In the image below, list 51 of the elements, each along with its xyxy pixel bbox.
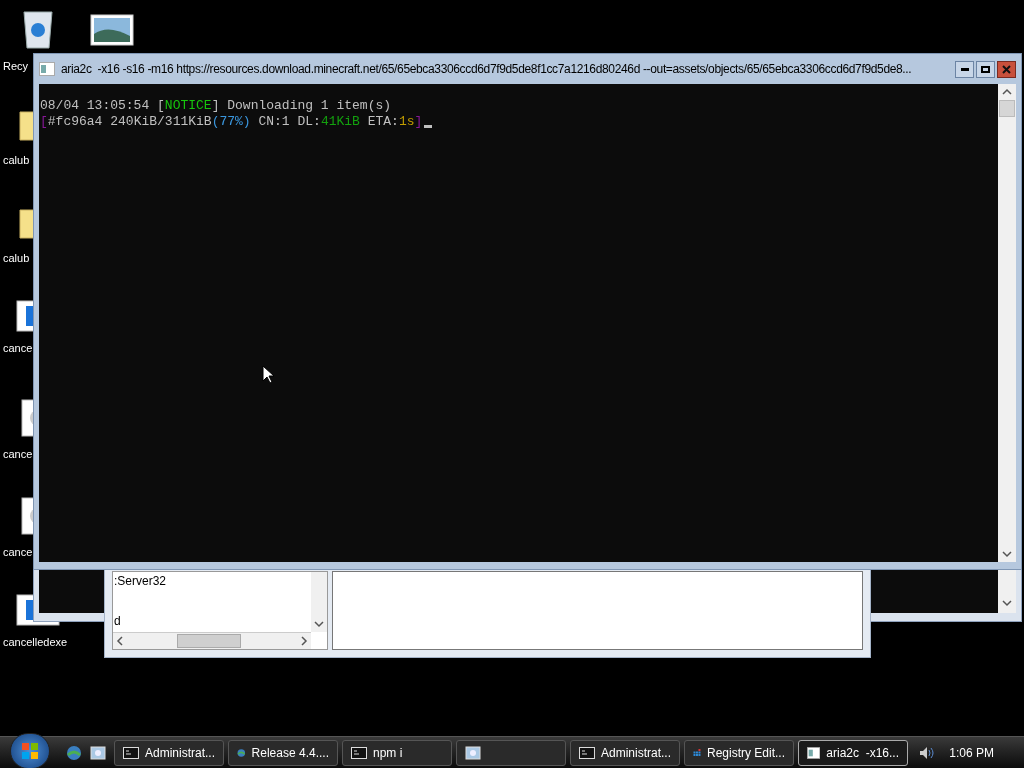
maximize-button[interactable] [976, 60, 995, 78]
tree-item[interactable]: :Server32 [114, 572, 311, 590]
console-text: 08/04 13:05:54 [ [40, 98, 165, 114]
console-text: #fc96a4 240KiB/311KiB [47, 114, 212, 130]
icon-label[interactable]: calub [0, 152, 30, 169]
scrollbar-thumb[interactable] [999, 100, 1015, 117]
picture-icon [90, 745, 106, 760]
windows-logo-icon [21, 741, 39, 760]
console-text: ] Downloading 1 item(s) [211, 98, 392, 114]
console-text: ] [414, 114, 423, 130]
close-icon [1002, 64, 1011, 74]
console-text: NOTICE [164, 98, 212, 114]
console-text: (77%) [211, 114, 251, 130]
window-icon [807, 745, 821, 760]
mouse-pointer-icon [262, 365, 274, 384]
console-icon [579, 746, 595, 759]
icon-label[interactable]: cance [0, 340, 33, 357]
icon-label[interactable]: cancelledexe [0, 634, 68, 651]
tree-item[interactable]: d [114, 612, 311, 630]
console-text: ETA: [366, 114, 399, 130]
taskbar-button[interactable] [456, 739, 566, 766]
taskbar-button[interactable]: Administrat... [114, 739, 224, 766]
taskbar-button[interactable]: Administrat... [570, 739, 680, 766]
console-text: [ [40, 114, 48, 130]
taskbar-button[interactable]: npm i [342, 739, 452, 766]
taskbar-button[interactable]: Registry Edit... [684, 739, 794, 766]
taskbar-button[interactable]: aria2c -x16... [798, 739, 908, 766]
icon-label[interactable]: cance [0, 446, 33, 463]
console-icon [351, 746, 367, 759]
icon-label[interactable]: Recy [0, 58, 29, 75]
icon-label[interactable]: calub [0, 250, 30, 267]
close-button[interactable] [997, 60, 1016, 78]
icon-label[interactable]: cance [0, 544, 33, 561]
speaker-icon [919, 745, 936, 760]
picture-icon [465, 745, 481, 760]
window-title: aria2c -x16 -s16 -m16 https://resources.download.minecraft.net/65/65ebca3306ccd6d7f9d5de8f1cc7a1216d80246d --out=assets/objects/65/65ebca3306ccd6d7f9d5de8... [61, 61, 913, 78]
horizontal-scrollbar[interactable] [113, 632, 311, 649]
minimize-button[interactable] [955, 60, 974, 78]
window-icon [39, 62, 55, 76]
start-button[interactable] [10, 732, 50, 768]
console-text: 1s [398, 114, 415, 130]
vertical-scrollbar[interactable] [998, 84, 1016, 562]
console-text: 41KiB [320, 114, 360, 130]
clock[interactable]: 1:06 PM [949, 743, 994, 762]
taskbar-button[interactable]: Release 4.4.... [228, 739, 338, 766]
console-icon [123, 746, 139, 759]
console-text: CN:1 DL: [257, 114, 321, 130]
scrollbar-thumb[interactable] [177, 634, 241, 648]
landscape-picture-icon [90, 14, 134, 46]
globe-icon [66, 744, 82, 761]
text-cursor [424, 125, 433, 128]
